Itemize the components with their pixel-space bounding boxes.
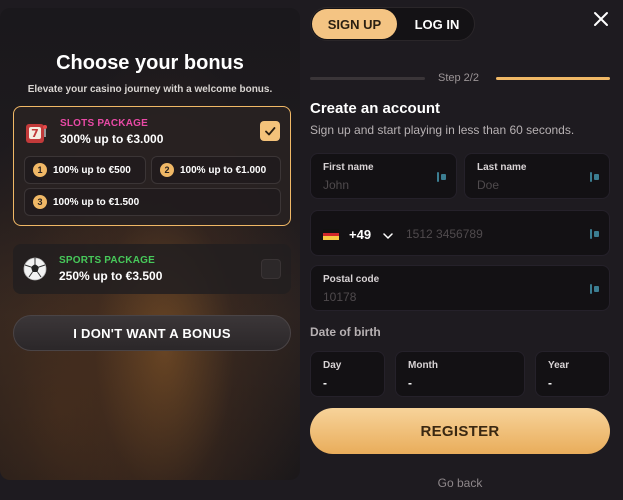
dob-day-value: - <box>323 376 327 390</box>
slots-package-amount: 300% up to €3.000 <box>60 132 164 146</box>
no-bonus-button[interactable]: I DON'T WANT A BONUS <box>13 315 291 351</box>
germany-flag-icon <box>323 229 339 240</box>
slots-tier-2[interactable]: 2 100% up to €1.000 <box>151 156 281 184</box>
close-icon[interactable] <box>593 11 609 27</box>
slots-package-name: SLOTS PACKAGE <box>60 118 148 129</box>
phone-placeholder: 1512 3456789 <box>406 227 483 241</box>
last-name-label: Last name <box>477 162 527 173</box>
sports-package-checkbox[interactable] <box>261 259 281 279</box>
tier-number-badge: 2 <box>160 163 174 177</box>
tab-log-in[interactable]: LOG IN <box>401 9 473 39</box>
bonus-panel: Choose your bonus Elevate your casino jo… <box>0 8 300 480</box>
dob-label: Date of birth <box>310 325 381 339</box>
autofill-key-icon[interactable] <box>589 227 601 241</box>
tab-sign-up[interactable]: SIGN UP <box>312 9 397 39</box>
step-progress-active <box>496 77 610 80</box>
bonus-subtitle: Elevate your casino journey with a welco… <box>27 84 273 95</box>
first-name-field[interactable]: First name John <box>310 153 457 199</box>
soccer-ball-icon <box>23 257 47 281</box>
slots-package-card[interactable]: 7 SLOTS PACKAGE 300% up to €3.000 1 100%… <box>13 106 291 226</box>
slot-machine-icon: 7 <box>24 121 48 145</box>
sports-package-card[interactable]: SPORTS PACKAGE 250% up to €3.500 <box>13 244 291 294</box>
first-name-placeholder: John <box>323 178 350 192</box>
step-indicator: Step 2/2 <box>438 72 479 84</box>
dob-year-field[interactable]: Year - <box>535 351 610 397</box>
dob-month-value: - <box>408 376 412 390</box>
form-title: Create an account <box>310 100 441 117</box>
last-name-field[interactable]: Last name Doe <box>464 153 610 199</box>
autofill-key-icon[interactable] <box>436 170 448 184</box>
bonus-title: Choose your bonus <box>56 52 244 74</box>
slots-package-checkbox[interactable] <box>260 121 280 141</box>
last-name-placeholder: Doe <box>477 178 500 192</box>
auth-tabs: SIGN UP LOG IN <box>310 7 475 41</box>
slots-tier-3[interactable]: 3 100% up to €1.500 <box>24 188 281 216</box>
postal-code-field[interactable]: Postal code 10178 <box>310 265 610 311</box>
dob-month-label: Month <box>408 360 438 371</box>
country-code[interactable]: +49 <box>349 227 371 242</box>
phone-field[interactable]: +49 1512 3456789 <box>310 210 610 256</box>
dob-day-label: Day <box>323 360 342 371</box>
tier-number-badge: 1 <box>33 163 47 177</box>
checkmark-icon <box>265 127 276 136</box>
sports-package-name: SPORTS PACKAGE <box>59 255 155 266</box>
chevron-down-icon[interactable] <box>383 228 393 240</box>
sports-package-amount: 250% up to €3.500 <box>59 269 163 283</box>
postal-code-placeholder: 10178 <box>323 290 357 304</box>
postal-code-label: Postal code <box>323 274 380 285</box>
tier-label: 100% up to €1.500 <box>53 196 140 208</box>
svg-text:7: 7 <box>31 127 39 140</box>
dob-year-label: Year <box>548 360 570 371</box>
tier-label: 100% up to €1.000 <box>180 164 267 176</box>
register-button[interactable]: REGISTER <box>310 408 610 454</box>
dob-day-field[interactable]: Day - <box>310 351 385 397</box>
tier-label: 100% up to €500 <box>53 164 131 176</box>
dob-month-field[interactable]: Month - <box>395 351 525 397</box>
autofill-key-icon[interactable] <box>589 170 601 184</box>
autofill-key-icon[interactable] <box>589 282 601 296</box>
slots-tier-1[interactable]: 1 100% up to €500 <box>24 156 146 184</box>
go-back-link[interactable]: Go back <box>310 476 610 490</box>
form-subtitle: Sign up and start playing in less than 6… <box>310 123 575 137</box>
dob-year-value: - <box>548 376 552 390</box>
step-progress-inactive <box>310 77 425 80</box>
first-name-label: First name <box>323 162 374 173</box>
tier-number-badge: 3 <box>33 195 47 209</box>
